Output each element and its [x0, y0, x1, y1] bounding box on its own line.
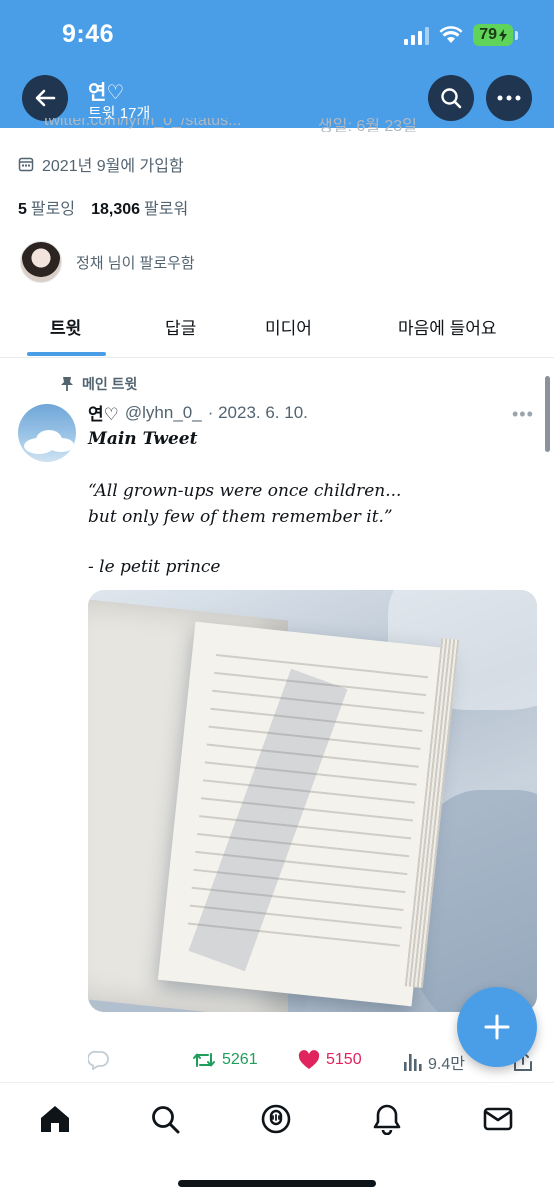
tweet-text-line: but only few of them remember it.”: [88, 507, 393, 527]
like-button[interactable]: 5150: [298, 1050, 362, 1070]
avatar-cloud: [48, 438, 74, 452]
tweet-more-icon[interactable]: •••: [512, 404, 534, 425]
views-button[interactable]: 9.4만: [402, 1050, 465, 1074]
nav-notifications[interactable]: [369, 1101, 405, 1137]
top-header-bar: 9:46 79 연♡ 트윗 17개: [0, 0, 554, 128]
spaces-icon: [261, 1104, 291, 1134]
followers-label: 팔로워: [144, 201, 189, 218]
home-icon: [41, 1106, 69, 1132]
calendar-icon: [18, 157, 34, 172]
tab-media[interactable]: 미디어: [265, 314, 312, 339]
back-arrow-icon: [35, 89, 56, 107]
tweet-date[interactable]: · 2023. 6. 10.: [208, 403, 308, 423]
tweet-header: 연♡ @lyhn_0_ · 2023. 6. 10.: [88, 400, 308, 425]
pinned-label-text: 메인 트윗: [82, 376, 138, 392]
battery-level: 79: [479, 26, 497, 43]
messages-icon: [483, 1107, 513, 1131]
retweet-button[interactable]: 5261: [192, 1050, 258, 1070]
follower-avatar: [20, 241, 62, 283]
cellular-signal-icon: [404, 25, 430, 45]
nav-explore[interactable]: [147, 1101, 183, 1137]
notifications-icon: [373, 1104, 401, 1135]
explore-icon: [152, 1106, 180, 1134]
header-profile-name: 연♡: [88, 82, 125, 104]
more-options-button[interactable]: [486, 75, 532, 121]
pinned-label: 메인 트윗: [60, 374, 137, 394]
retweet-icon: [193, 1053, 215, 1067]
cut-off-profile-row: twitter.com/lyhn_0_/status... 생일: 6월 23일: [18, 118, 538, 132]
tweet-text-line: Main Tweet: [88, 429, 198, 449]
tweet-author-avatar[interactable]: [18, 404, 76, 462]
compose-tweet-button[interactable]: [457, 987, 537, 1067]
heart-icon: [298, 1050, 320, 1069]
tweet-text-line: “All grown-ups were once children...: [88, 481, 402, 501]
pin-icon: [61, 377, 73, 391]
followed-by-text: 정채 님이 팔로우함: [76, 254, 195, 272]
tab-tweets[interactable]: 트윗: [50, 314, 81, 339]
following-link[interactable]: 5 팔로잉: [18, 195, 75, 219]
nav-home[interactable]: [37, 1101, 73, 1137]
tweet-author-handle[interactable]: @lyhn_0_: [125, 403, 202, 423]
joined-date-text: 2021년 9월에 가입함: [42, 158, 184, 175]
followers-link[interactable]: 18,306 팔로워: [91, 195, 188, 219]
views-count: 9.4만: [428, 1056, 465, 1073]
status-time: 9:46: [62, 20, 115, 48]
profile-link-cut[interactable]: twitter.com/lyhn_0_/status...: [44, 118, 241, 130]
following-label: 팔로잉: [30, 201, 76, 218]
reply-icon: [88, 1050, 109, 1070]
compose-plus-icon: [484, 1014, 510, 1040]
nav-messages[interactable]: [480, 1101, 516, 1137]
like-count: 5150: [326, 1051, 362, 1068]
tweet-author-name[interactable]: 연♡: [88, 400, 119, 425]
search-icon: [441, 88, 462, 109]
nav-spaces[interactable]: [258, 1101, 294, 1137]
following-count: 5: [18, 201, 27, 218]
battery-tip: [515, 30, 518, 40]
battery-indicator: 79: [473, 24, 513, 46]
reply-button[interactable]: [88, 1050, 110, 1070]
retweet-count: 5261: [222, 1051, 258, 1068]
search-button[interactable]: [428, 75, 474, 121]
birthday-cut: 생일: 6월 23일: [318, 118, 417, 132]
wifi-icon: [439, 26, 463, 43]
followed-by-row[interactable]: 정채 님이 팔로우함: [20, 241, 195, 283]
tweet-text-line: - le petit prince: [88, 557, 221, 577]
charging-bolt-icon: [499, 28, 507, 42]
followers-count: 18,306: [91, 201, 141, 218]
status-indicators: 79: [404, 24, 518, 46]
follow-stats: 5 팔로잉 18,306 팔로워: [18, 195, 188, 219]
views-icon: [404, 1054, 422, 1071]
joined-date: 2021년 9월에 가입함: [18, 152, 184, 176]
active-tab-indicator: [27, 352, 106, 356]
tab-replies[interactable]: 답글: [165, 314, 196, 339]
more-icon: [497, 95, 521, 101]
home-indicator[interactable]: [178, 1180, 376, 1187]
scrollbar[interactable]: [545, 376, 550, 452]
profile-tabs: 트윗 답글 미디어 마음에 들어요: [0, 300, 554, 358]
tweet-image-open-book[interactable]: [88, 590, 537, 1012]
back-button[interactable]: [22, 75, 68, 121]
tab-likes[interactable]: 마음에 들어요: [398, 314, 497, 339]
